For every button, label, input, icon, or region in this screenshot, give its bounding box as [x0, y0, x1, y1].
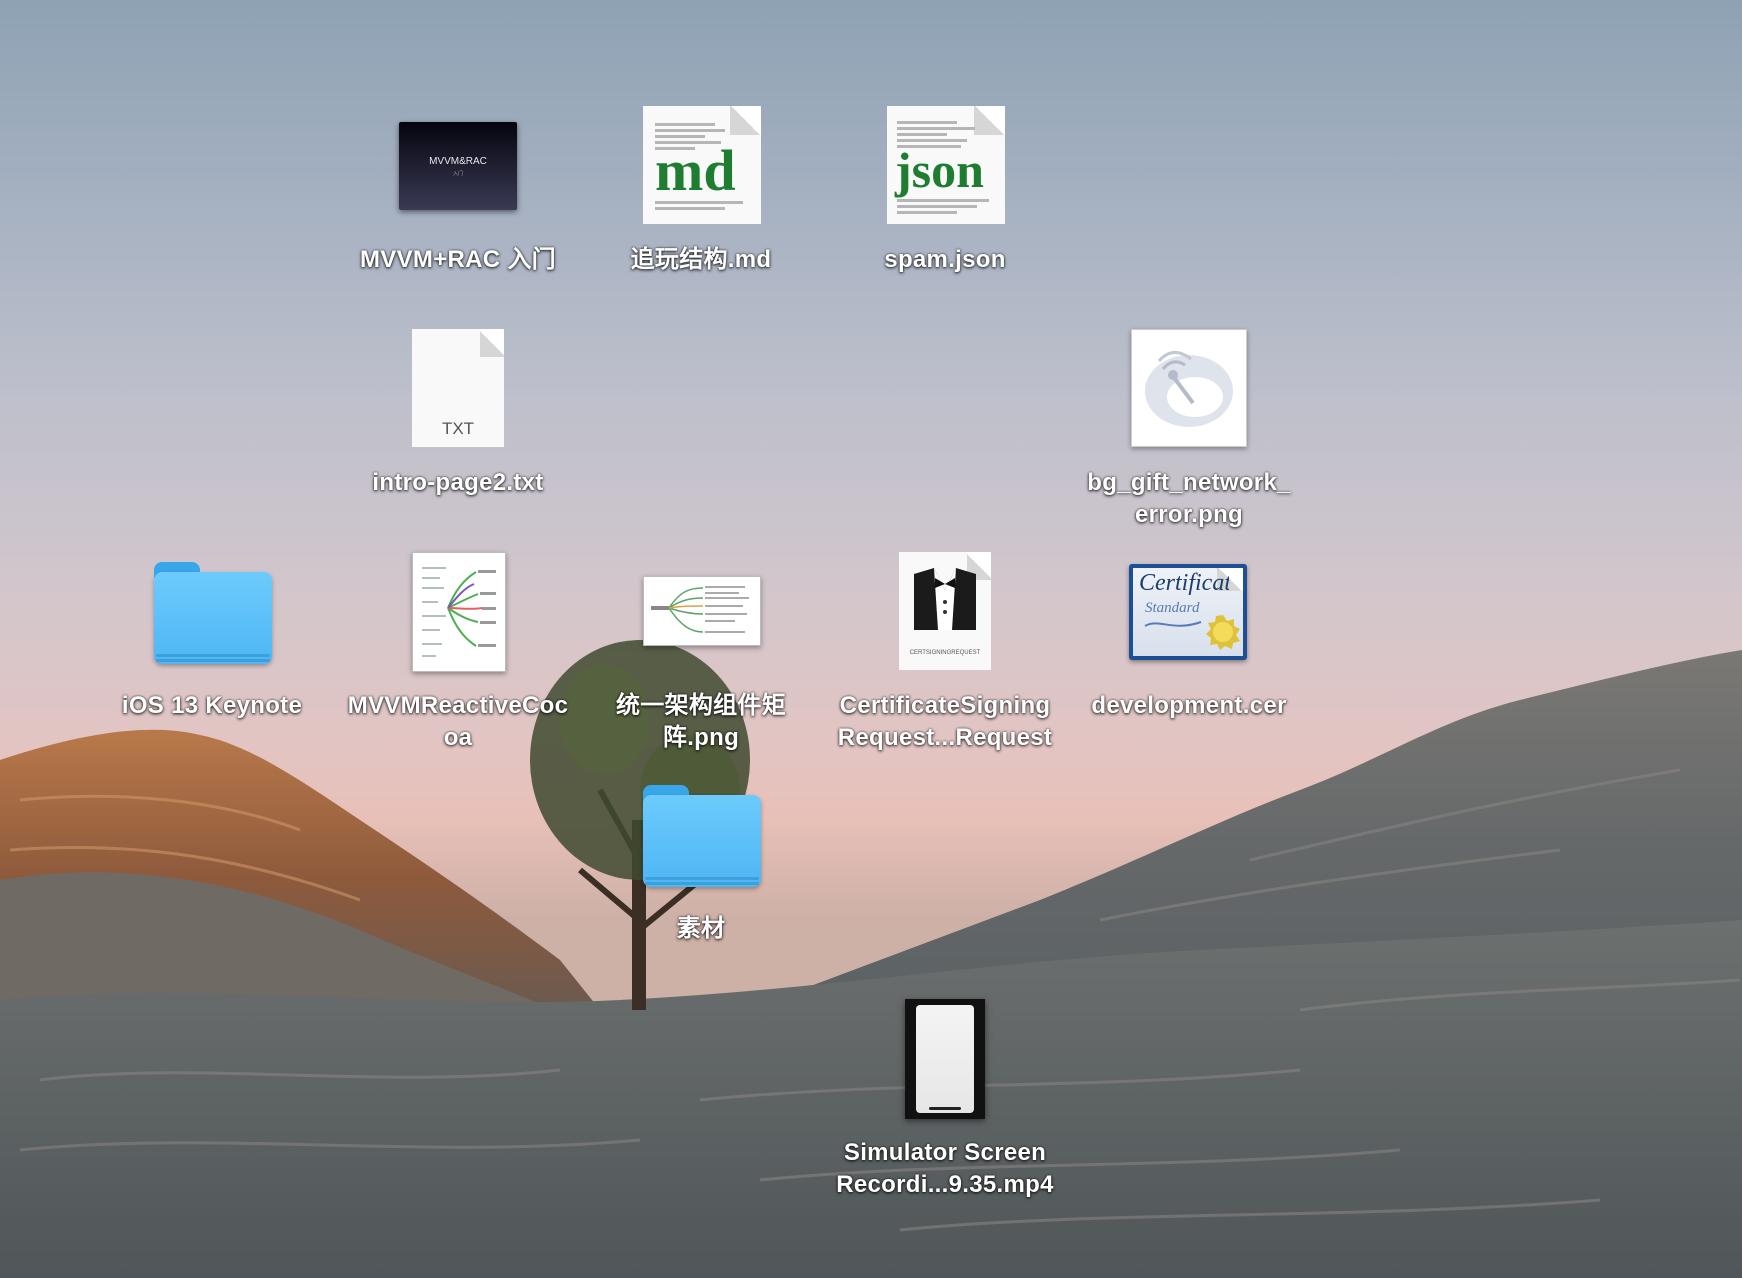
desktop-icon-architecture-matrix-png[interactable]: 统一架构组件矩 阵.png	[581, 552, 821, 754]
keynote-slide-subtitle: 入门	[452, 170, 463, 177]
desktop-icon-json-file[interactable]: json spam.json	[825, 106, 1065, 276]
desktop-icon-label: Simulator Screen Recordi...9.35.mp4	[836, 1139, 1054, 1198]
desktop-icon-keynote-mvvm-rac[interactable]: MVVM&RAC 入门 MVVM+RAC 入门	[338, 106, 578, 276]
csr-badge: CERTSIGNINGREQUEST	[909, 650, 981, 656]
desktop-icon-label: CertificateSigning Request...Request	[837, 692, 1053, 751]
text-file-icon: TXT	[398, 329, 518, 449]
desktop-icon-label: bg_gift_network_ error.png	[1087, 469, 1291, 528]
image-file-icon	[641, 552, 761, 672]
desktop-icon-development-cer[interactable]: Certificate Standard development.cer	[1069, 552, 1309, 722]
folder-icon	[641, 775, 761, 895]
desktop-icon-txt-file[interactable]: TXT intro-page2.txt	[338, 329, 578, 499]
certificate-seal-icon	[1206, 615, 1240, 650]
mindmap-preview-icon	[651, 586, 749, 633]
desktop-icon-label: 素材	[676, 915, 726, 942]
certificate-subtitle: Standard	[1145, 600, 1200, 616]
desktop-icon-label: MVVM+RAC 入门	[360, 246, 556, 273]
desktop-icon-md-file[interactable]: md 追玩结构.md	[581, 106, 821, 276]
desktop-icon-label: 追玩结构.md	[630, 246, 772, 273]
keynote-file-icon: MVVM&RAC 入门	[398, 106, 518, 226]
certificate-file-icon: Certificate Standard	[1129, 552, 1249, 672]
tuxedo-icon	[914, 568, 976, 630]
image-file-icon	[1129, 329, 1249, 449]
desktop-icon-png-network-error[interactable]: bg_gift_network_ error.png	[1069, 329, 1309, 531]
desktop-icon-label: spam.json	[884, 246, 1006, 273]
desktop-icon-folder-assets[interactable]: 素材	[581, 775, 821, 945]
json-badge: json	[895, 142, 984, 198]
desktop-icon-mvvmreactivecocoa[interactable]: MVVMReactiveCoc oa	[338, 552, 578, 754]
desktop-icon-folder-ios13-keynote[interactable]: iOS 13 Keynote	[92, 552, 332, 722]
desktop-icon-simulator-recording[interactable]: Simulator Screen Recordi...9.35.mp4	[825, 999, 1065, 1201]
mindmap-preview-icon	[422, 567, 496, 657]
markdown-file-icon: md	[641, 106, 761, 226]
video-file-icon	[885, 999, 1005, 1119]
mindmap-document-icon	[398, 552, 518, 672]
json-file-icon: json	[885, 106, 1005, 226]
desktop-icon-certificate-signing-request[interactable]: CERTSIGNINGREQUEST CertificateSigning Re…	[825, 552, 1065, 754]
satellite-dish-icon	[1145, 351, 1233, 427]
desktop-icon-label: development.cer	[1091, 692, 1287, 719]
desktop-icon-label: intro-page2.txt	[372, 469, 544, 496]
certificate-title: Certificate	[1139, 570, 1229, 596]
folder-icon	[152, 552, 272, 672]
desktop-icon-label: iOS 13 Keynote	[121, 692, 303, 719]
desktop-icon-label: 统一架构组件矩 阵.png	[615, 692, 787, 751]
certificate-flourish-icon	[1144, 621, 1202, 627]
md-badge: md	[655, 138, 736, 203]
csr-file-icon: CERTSIGNINGREQUEST	[885, 552, 1005, 672]
desktop-icon-label: MVVMReactiveCoc oa	[347, 692, 569, 751]
txt-badge: TXT	[441, 419, 475, 438]
keynote-slide-title: MVVM&RAC	[429, 155, 487, 167]
